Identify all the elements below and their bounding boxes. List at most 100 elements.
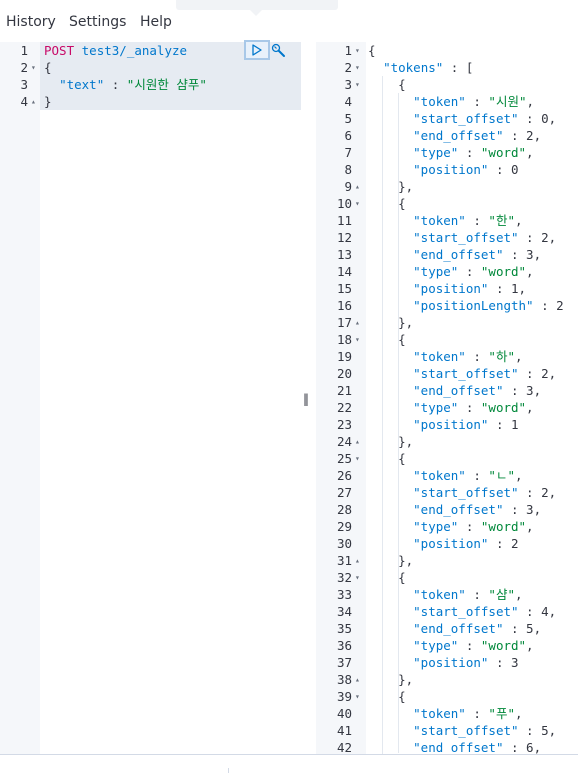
menu-bar: History Settings Help: [0, 0, 578, 42]
fold-icon[interactable]: ▴: [355, 552, 360, 569]
footer-divider: [228, 768, 229, 773]
response-line: "start_offset" : 2,: [413, 366, 557, 381]
fold-icon[interactable]: ▾: [355, 42, 360, 59]
line-number: 24: [336, 434, 352, 449]
request-options-button[interactable]: [268, 42, 290, 59]
line-number: 3: [344, 77, 352, 92]
line-number: 40: [336, 706, 352, 721]
line-number: 27: [336, 485, 352, 500]
fold-icon[interactable]: ▾: [31, 59, 36, 76]
response-viewer[interactable]: 1 ▾{2 ▾ "tokens" : [3 ▾ {4 "token" : "시원", 5…: [316, 42, 578, 754]
response-line: "end_offset" : 5,: [413, 621, 542, 636]
response-line: {: [368, 77, 406, 92]
request-editor[interactable]: 1 2 ▾ 3 4 ▴ POST test3/_analyze { "text"…: [0, 42, 301, 754]
menu-help[interactable]: Help: [140, 14, 172, 30]
fold-icon[interactable]: ▾: [355, 76, 360, 93]
line-number: 11: [336, 213, 352, 228]
response-line: "type" : "word",: [413, 264, 534, 279]
response-line: "end_offset" : 3,: [413, 383, 542, 398]
response-line: "position" : 3: [413, 655, 519, 670]
json-key: "text": [59, 77, 105, 92]
line-number: 22: [336, 400, 352, 415]
resizer-handle[interactable]: ‖: [303, 392, 309, 406]
response-line: "token" : "ㄴ",: [413, 468, 523, 483]
response-line: },: [368, 672, 414, 687]
wrench-icon: [271, 43, 285, 57]
response-line: "token" : "시원",: [413, 94, 535, 109]
response-line: {: [368, 689, 406, 704]
line-number: 39: [336, 689, 352, 704]
line-number: 30: [336, 536, 352, 551]
line-number: 34: [336, 604, 352, 619]
tab-arrow: [250, 10, 262, 16]
response-line: "start_offset" : 0,: [413, 111, 557, 126]
response-line: "type" : "word",: [413, 145, 534, 160]
response-line: "position" : 2: [413, 536, 519, 551]
response-line: "tokens" : [: [383, 60, 474, 75]
line-number: 6: [344, 128, 352, 143]
fold-icon[interactable]: ▴: [355, 433, 360, 450]
response-line: "token" : "한",: [413, 213, 523, 228]
fold-icon[interactable]: ▴: [355, 178, 360, 195]
response-line: "end_offset" : 6,: [413, 740, 542, 754]
index-name: test3: [81, 43, 120, 58]
response-line: "type" : "word",: [413, 400, 534, 415]
fold-icon[interactable]: ▾: [355, 59, 360, 76]
menu-settings[interactable]: Settings: [69, 14, 126, 30]
fold-icon[interactable]: ▴: [355, 671, 360, 688]
fold-icon[interactable]: ▾: [355, 331, 360, 348]
line-number: 21: [336, 383, 352, 398]
hidden-tab: [176, 0, 338, 10]
response-line: "position" : 1: [413, 417, 519, 432]
line-number: 7: [344, 145, 352, 160]
line-number: 12: [336, 230, 352, 245]
fold-icon[interactable]: ▾: [355, 450, 360, 467]
response-line: {: [368, 43, 376, 58]
open-brace: {: [44, 60, 52, 75]
line-number: 26: [336, 468, 352, 483]
line-number: 14: [336, 264, 352, 279]
line-number: 35: [336, 621, 352, 636]
line-number: 25: [336, 451, 352, 466]
response-line: },: [368, 553, 414, 568]
line-number: 18: [336, 332, 352, 347]
line-number: 29: [336, 519, 352, 534]
line-number: 32: [336, 570, 352, 585]
line-number: 3: [20, 77, 28, 92]
fold-icon[interactable]: ▴: [355, 314, 360, 331]
line-number: 17: [336, 315, 352, 330]
fold-icon[interactable]: ▾: [355, 195, 360, 212]
fold-icon[interactable]: ▴: [31, 93, 36, 110]
request-gutter: [0, 42, 40, 754]
json-colon: :: [104, 77, 127, 92]
response-line: },: [368, 179, 414, 194]
response-line: {: [368, 196, 406, 211]
endpoint-name: _analyze: [126, 43, 188, 58]
line-number: 41: [336, 723, 352, 738]
response-line: "position" : 1,: [413, 281, 527, 296]
fold-icon[interactable]: ▾: [355, 688, 360, 705]
response-line: "start_offset" : 4,: [413, 604, 557, 619]
response-line: },: [368, 434, 414, 449]
fold-icon[interactable]: ▾: [355, 569, 360, 586]
play-icon: [252, 44, 262, 56]
line-number: 42: [336, 740, 352, 754]
menu-history[interactable]: History: [6, 14, 56, 30]
line-number: 33: [336, 587, 352, 602]
json-value: "시원한 샴푸": [126, 77, 207, 92]
line-number: 4: [20, 94, 28, 109]
line-number: 20: [336, 366, 352, 381]
response-line: },: [368, 315, 414, 330]
send-request-button[interactable]: [244, 40, 270, 60]
line-number: 1: [344, 43, 352, 58]
line-number: 19: [336, 349, 352, 364]
response-line: "token" : "하",: [413, 349, 523, 364]
status-footer: [0, 754, 578, 774]
line-number: 31: [336, 553, 352, 568]
response-line: "end_offset" : 3,: [413, 247, 542, 262]
response-line: "token" : "샴",: [413, 587, 523, 602]
line-number: 23: [336, 417, 352, 432]
line-number: 2: [20, 60, 28, 75]
response-line: "start_offset" : 5,: [413, 723, 557, 738]
line-number: 16: [336, 298, 352, 313]
